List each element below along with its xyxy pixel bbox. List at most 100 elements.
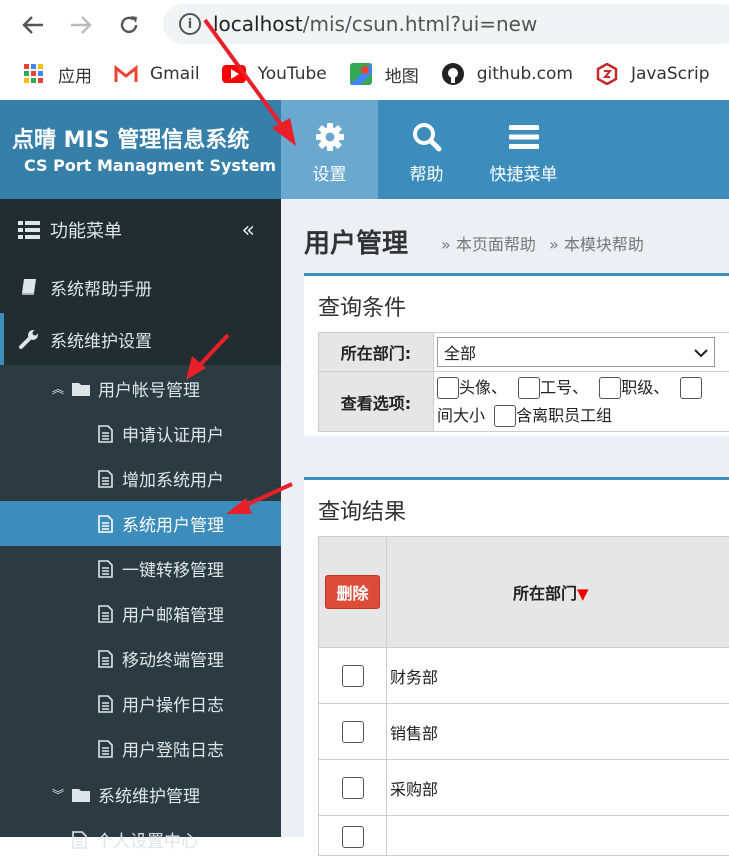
sidebar-item-label: 个人设置中心 [96, 827, 198, 852]
sidebar-item-system-maintenance-settings[interactable]: 系统维护设置 [0, 313, 281, 365]
folder-icon [70, 381, 92, 396]
view-options-label: 查看选项: [319, 372, 434, 432]
back-arrow-icon[interactable] [18, 10, 48, 40]
row-dept: 销售部 [387, 704, 729, 760]
menu-icon [475, 120, 572, 154]
rank-option-label: 职级、 [621, 378, 669, 397]
dept-select[interactable]: 全部 [437, 337, 715, 367]
sidebar-item-add-system-user[interactable]: 增加系统用户 [0, 456, 281, 501]
sidebar-item-one-click-transfer[interactable]: 一键转移管理 [0, 546, 281, 591]
rank-checkbox[interactable] [599, 377, 621, 399]
bookmark-apps[interactable]: 应用 [22, 62, 92, 87]
sidebar-item-system-user-management[interactable]: 系统用户管理 [0, 501, 281, 546]
sidebar-item-label: 系统维护设置 [50, 327, 152, 352]
sidebar-item-system-maintenance-management[interactable]: ︾ 系统维护管理 [0, 771, 281, 817]
sidebar-item-user-login-log[interactable]: 用户登陆日志 [0, 726, 281, 771]
results-table: 删除 所在部门▼ 财务部 销售部 采购部 [318, 536, 729, 856]
wrench-icon [18, 329, 40, 349]
sidebar-item-mobile-terminal[interactable]: 移动终端管理 [0, 636, 281, 681]
bookmark-label: 地图 [385, 62, 419, 87]
sidebar-item-help-manual[interactable]: 系统帮助手册 [0, 261, 281, 313]
book-icon [18, 278, 40, 296]
help-links: » 本页面帮助 » 本模块帮助 [441, 231, 652, 255]
dept-column-label: 所在部门 [513, 584, 577, 603]
avatar-checkbox[interactable] [437, 377, 459, 399]
folder-icon [70, 787, 92, 802]
search-icon [378, 120, 475, 154]
sidebar-item-user-account-management[interactable]: ︽ 用户帐号管理 [0, 365, 281, 411]
extra-option-checkbox[interactable] [680, 377, 702, 399]
sidebar-item-label: 用户操作日志 [122, 691, 224, 716]
sidebar-item-label: 系统维护管理 [98, 782, 200, 807]
github-icon [441, 63, 465, 85]
file-text-icon [96, 515, 114, 533]
query-panel-title: 查询条件 [304, 276, 729, 332]
browser-chrome: i localhost/mis/csun.html?ui=new 应用 Gmai… [0, 0, 729, 100]
row-checkbox[interactable] [342, 777, 364, 799]
module-help-link[interactable]: » 本模块帮助 [549, 235, 644, 254]
shortcut-menu-button[interactable]: 快捷菜单 [475, 100, 572, 199]
chevron-down-double-icon: ︾ [52, 786, 64, 803]
row-checkbox[interactable] [342, 721, 364, 743]
main-content: 用户管理 » 本页面帮助 » 本模块帮助 查询条件 所在部门: 全部 查看选项: [281, 199, 729, 837]
row-checkbox[interactable] [342, 826, 364, 848]
bookmark-javascript[interactable]: JavaScrip [595, 63, 710, 85]
sidebar-item-label: 系统帮助手册 [50, 275, 152, 300]
chevron-up-double-icon: ︽ [52, 380, 64, 397]
results-panel: 查询结果 删除 所在部门▼ 财务部 销售部 采购部 [304, 477, 729, 857]
sidebar-title: 功能菜单 [50, 217, 122, 243]
help-button[interactable]: 帮助 [378, 100, 475, 199]
table-row[interactable]: 财务部 [319, 648, 729, 704]
dept-select-value: 全部 [444, 340, 476, 364]
maps-icon [349, 63, 373, 85]
javascript-icon [595, 63, 619, 85]
employee-id-checkbox[interactable] [518, 377, 540, 399]
reload-icon[interactable] [114, 10, 144, 40]
row-dept: 采购部 [387, 760, 729, 816]
sidebar-item-personal-settings[interactable]: 个人设置中心 [0, 817, 281, 862]
app-header: 点晴 MIS 管理信息系统 CS Port Managment System 设… [0, 100, 729, 199]
avatar-option-label: 头像、 [459, 378, 507, 397]
table-row[interactable]: 销售部 [319, 704, 729, 760]
file-text-icon [96, 650, 114, 668]
chevron-down-icon [694, 343, 708, 362]
page-title: 用户管理 [304, 223, 408, 260]
sort-desc-icon[interactable]: ▼ [577, 585, 589, 603]
list-icon [18, 221, 40, 239]
delete-button[interactable]: 删除 [325, 575, 379, 609]
row-checkbox[interactable] [342, 665, 364, 687]
url-text: localhost/mis/csun.html?ui=new [213, 12, 537, 36]
table-row[interactable]: 采购部 [319, 760, 729, 816]
sidebar-item-apply-verified-user[interactable]: 申请认证用户 [0, 411, 281, 456]
bookmark-youtube[interactable]: YouTube [222, 63, 327, 85]
site-info-icon[interactable]: i [179, 13, 201, 35]
sidebar-item-user-operation-log[interactable]: 用户操作日志 [0, 681, 281, 726]
forward-arrow-icon[interactable] [66, 10, 96, 40]
bookmark-gmail[interactable]: Gmail [114, 63, 200, 85]
dept-column-header[interactable]: 所在部门▼ [387, 537, 729, 648]
bookmark-label: 应用 [58, 62, 92, 87]
file-text-icon [96, 470, 114, 488]
bookmark-maps[interactable]: 地图 [349, 62, 419, 87]
file-text-icon [96, 695, 114, 713]
sidebar-item-label: 用户登陆日志 [122, 736, 224, 761]
bookmark-label: Gmail [150, 64, 200, 84]
address-bar[interactable]: i localhost/mis/csun.html?ui=new [163, 4, 729, 44]
settings-button[interactable]: 设置 [281, 100, 378, 199]
help-label: 帮助 [378, 160, 475, 185]
settings-label: 设置 [281, 160, 378, 185]
file-text-icon [96, 740, 114, 758]
bookmark-github[interactable]: github.com [441, 63, 573, 85]
sidebar-item-label: 增加系统用户 [122, 466, 224, 491]
apps-grid-icon [22, 63, 46, 85]
table-row[interactable] [319, 816, 729, 856]
employee-id-option-label: 工号、 [540, 378, 588, 397]
sidebar-item-label: 用户邮箱管理 [122, 601, 224, 626]
page-help-link[interactable]: » 本页面帮助 [441, 235, 536, 254]
collapse-icon[interactable]: « [242, 218, 255, 243]
logo-title: 点晴 MIS 管理信息系统 [12, 122, 249, 154]
sidebar-item-user-mailbox[interactable]: 用户邮箱管理 [0, 591, 281, 636]
include-resigned-checkbox[interactable] [494, 405, 516, 427]
file-text-icon [96, 605, 114, 623]
sidebar-item-label: 移动终端管理 [122, 646, 224, 671]
